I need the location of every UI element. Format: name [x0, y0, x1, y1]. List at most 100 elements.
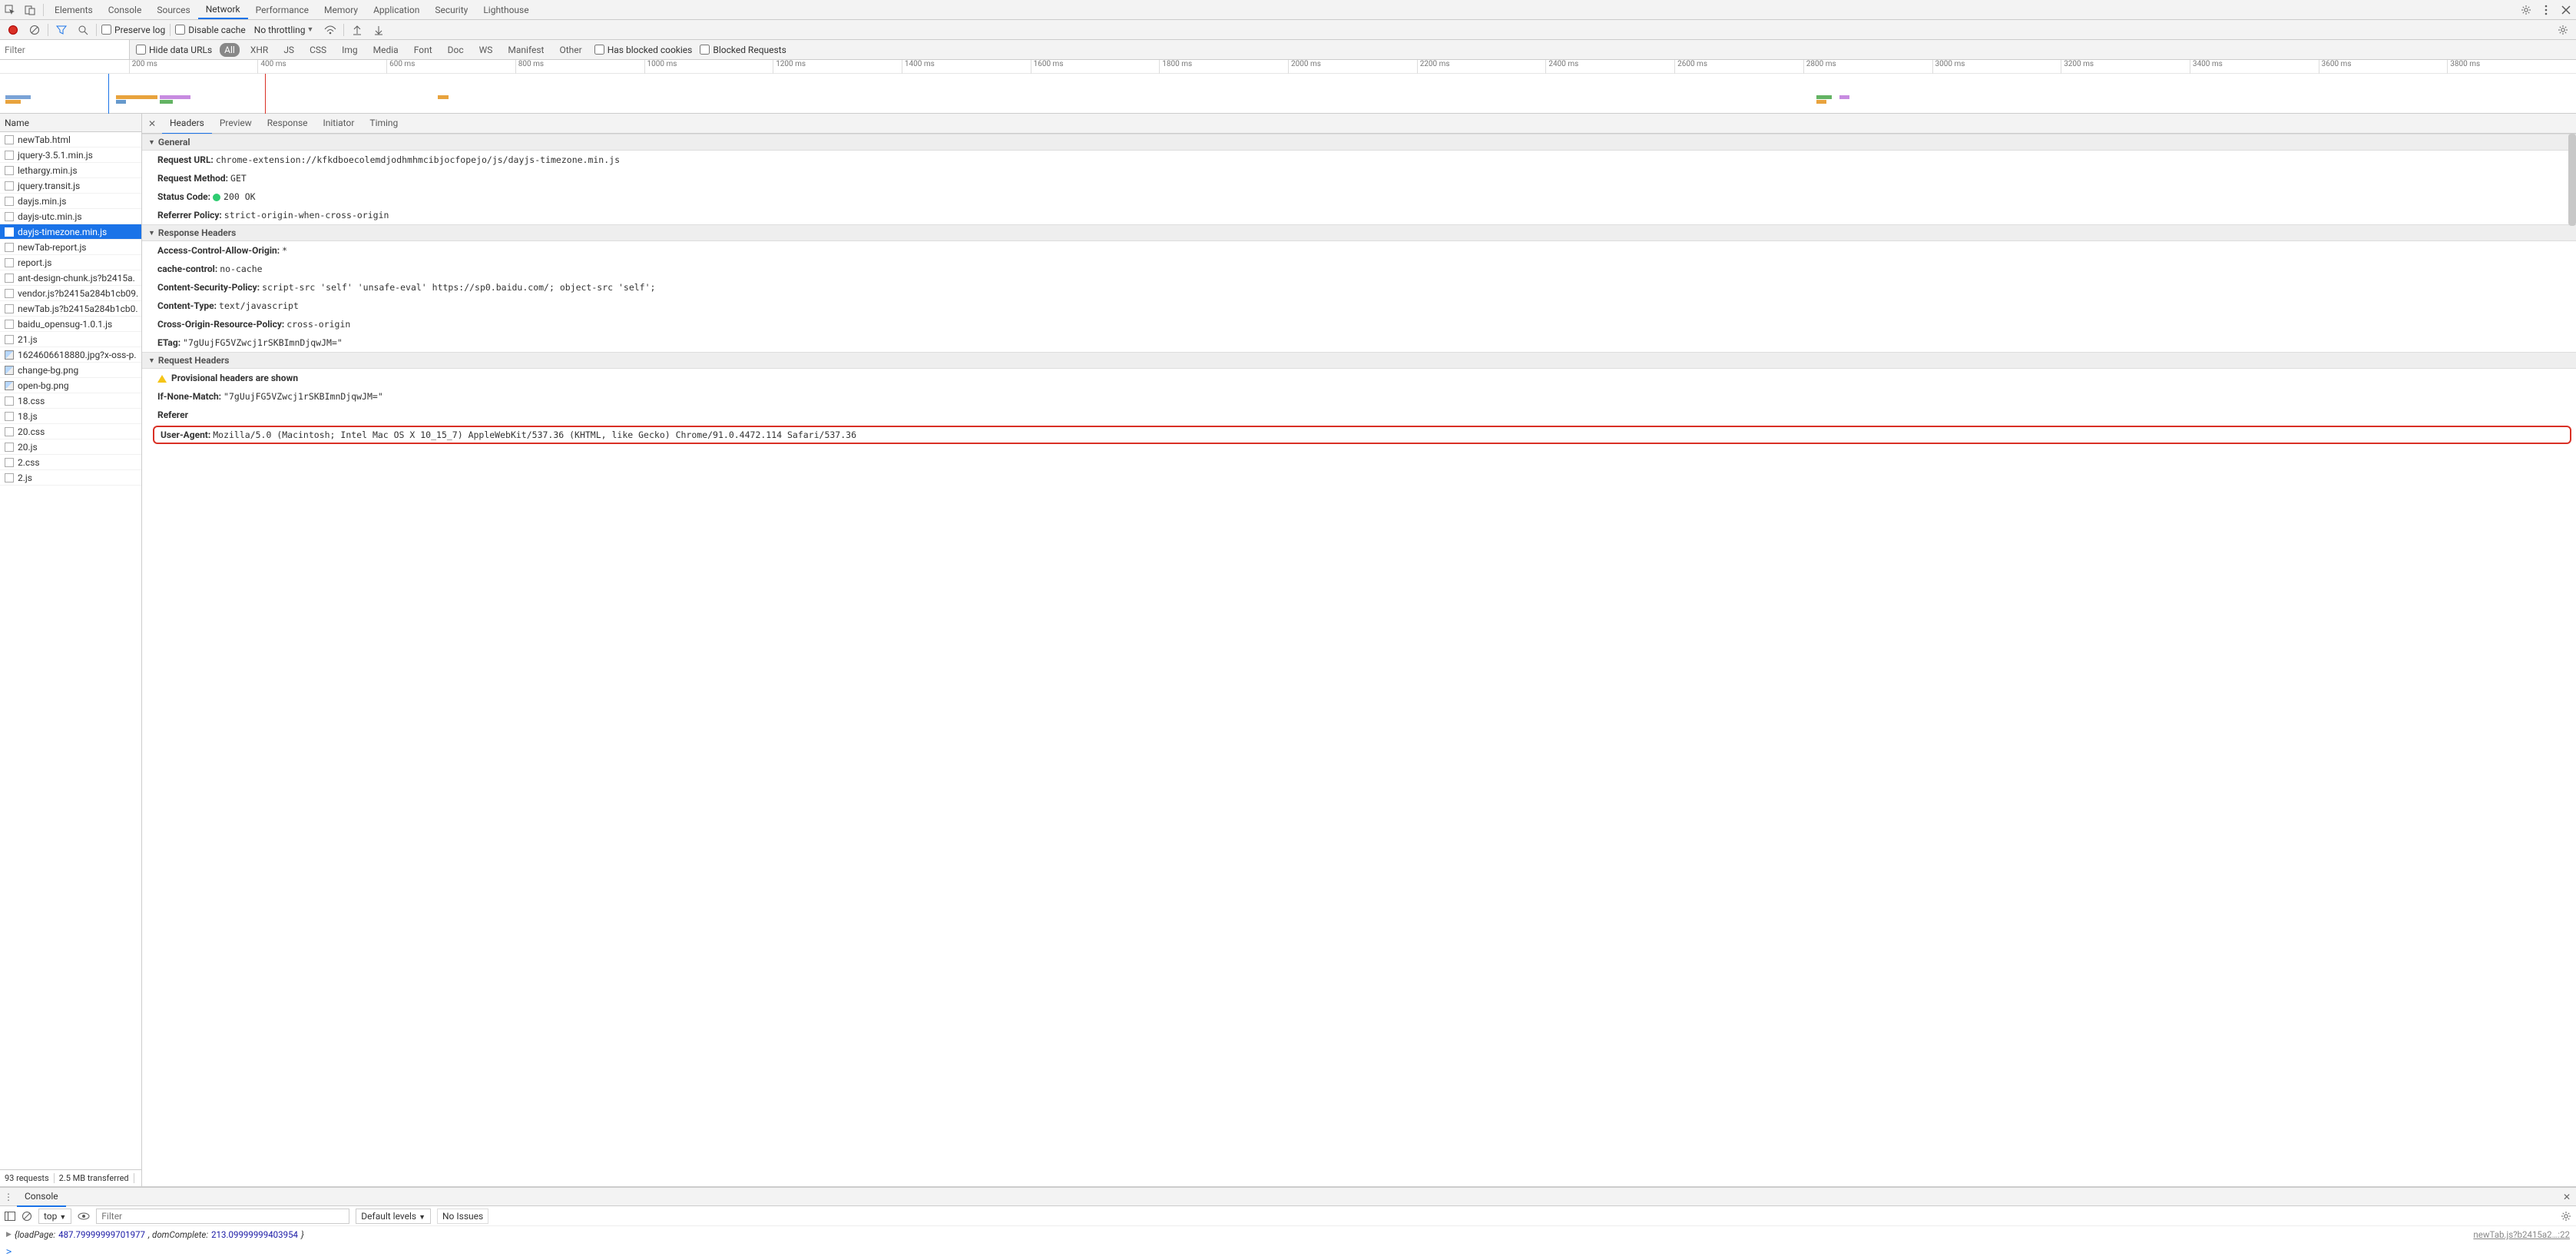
request-name: jquery.transit.js	[18, 181, 80, 191]
console-filter-input[interactable]	[96, 1209, 349, 1224]
console-prompt[interactable]: >	[0, 1243, 2576, 1260]
record-button[interactable]	[5, 22, 22, 38]
console-source-link[interactable]: newTab.js?b2415a2…:22	[2473, 1229, 2570, 1240]
request-row[interactable]: 20.js	[0, 439, 141, 455]
file-type-icon	[5, 396, 14, 406]
filter-type-manifest[interactable]: Manifest	[503, 43, 548, 57]
filter-input[interactable]	[0, 40, 130, 59]
close-detail-icon[interactable]: ✕	[142, 118, 162, 129]
settings-gear-icon[interactable]	[2516, 0, 2536, 20]
filter-type-css[interactable]: CSS	[305, 43, 331, 57]
upload-har-icon[interactable]	[349, 22, 366, 38]
request-row[interactable]: 2.css	[0, 455, 141, 470]
request-row[interactable]: 21.js	[0, 332, 141, 347]
close-drawer-icon[interactable]: ✕	[2558, 1192, 2576, 1202]
clear-icon[interactable]	[26, 22, 43, 38]
request-row[interactable]: baidu_opensug-1.0.1.js	[0, 317, 141, 332]
has-blocked-cookies-checkbox[interactable]: Has blocked cookies	[594, 45, 693, 55]
request-row[interactable]: 18.js	[0, 409, 141, 424]
detail-tab-preview[interactable]: Preview	[212, 114, 260, 134]
request-row[interactable]: newTab-report.js	[0, 240, 141, 255]
filter-type-all[interactable]: All	[220, 43, 240, 57]
file-type-icon	[5, 181, 14, 191]
download-har-icon[interactable]	[370, 22, 387, 38]
request-row[interactable]: dayjs.min.js	[0, 194, 141, 209]
network-settings-gear-icon[interactable]	[2554, 22, 2571, 38]
filter-type-xhr[interactable]: XHR	[246, 43, 273, 57]
blocked-requests-checkbox[interactable]: Blocked Requests	[700, 45, 786, 55]
clear-console-icon[interactable]	[22, 1211, 32, 1222]
request-row[interactable]: 18.css	[0, 393, 141, 409]
request-row[interactable]: jquery.transit.js	[0, 178, 141, 194]
detail-tab-initiator[interactable]: Initiator	[316, 114, 363, 134]
console-settings-gear-icon[interactable]	[2561, 1211, 2571, 1222]
execution-context-select[interactable]: top ▼	[38, 1209, 71, 1224]
file-type-icon	[5, 227, 14, 237]
main-tab-memory[interactable]: Memory	[316, 0, 366, 19]
drawer-menu-icon[interactable]: ⋮	[0, 1192, 17, 1202]
request-row[interactable]: lethargy.min.js	[0, 163, 141, 178]
main-tab-lighthouse[interactable]: Lighthouse	[475, 0, 536, 19]
live-expression-icon[interactable]	[78, 1212, 90, 1220]
device-toggle-icon[interactable]	[20, 0, 40, 20]
warning-triangle-icon	[157, 375, 167, 383]
search-icon[interactable]	[74, 22, 91, 38]
request-row[interactable]: ant-design-chunk.js?b2415a.	[0, 270, 141, 286]
filter-type-other[interactable]: Other	[555, 43, 586, 57]
name-column-header[interactable]: Name	[0, 114, 141, 132]
request-row[interactable]: dayjs-utc.min.js	[0, 209, 141, 224]
console-tab[interactable]: Console	[17, 1187, 66, 1207]
file-type-icon	[5, 289, 14, 298]
network-conditions-icon[interactable]	[322, 22, 339, 38]
request-name: 2.js	[18, 472, 32, 483]
main-tab-network[interactable]: Network	[198, 0, 248, 19]
close-devtools-icon[interactable]	[2556, 0, 2576, 20]
scrollbar-thumb[interactable]	[2568, 134, 2576, 226]
request-row[interactable]: 2.js	[0, 470, 141, 486]
filter-type-media[interactable]: Media	[369, 43, 403, 57]
throttling-select[interactable]: No throttling ▼	[250, 22, 318, 38]
filter-toggle-icon[interactable]	[53, 22, 70, 38]
request-headers-section-header[interactable]: ▼Request Headers	[142, 352, 2576, 369]
request-row[interactable]: 20.css	[0, 424, 141, 439]
request-row[interactable]: newTab.js?b2415a284b1cb0.	[0, 301, 141, 317]
main-tab-sources[interactable]: Sources	[149, 0, 197, 19]
log-levels-select[interactable]: Default levels ▼	[356, 1209, 431, 1224]
request-row[interactable]: dayjs-timezone.min.js	[0, 224, 141, 240]
filter-type-js[interactable]: JS	[279, 43, 299, 57]
detail-tab-response[interactable]: Response	[260, 114, 316, 134]
request-row[interactable]: open-bg.png	[0, 378, 141, 393]
no-issues-badge[interactable]: No Issues	[437, 1209, 488, 1224]
disable-cache-checkbox[interactable]: Disable cache	[175, 25, 246, 35]
request-row[interactable]: 1624606618880.jpg?x-oss-p.	[0, 347, 141, 363]
request-row[interactable]: vendor.js?b2415a284b1cb09.	[0, 286, 141, 301]
response-headers-section-header[interactable]: ▼Response Headers	[142, 224, 2576, 241]
network-overview-ruler[interactable]: 200 ms400 ms600 ms800 ms1000 ms1200 ms14…	[0, 60, 2576, 114]
main-tab-application[interactable]: Application	[366, 0, 427, 19]
more-menu-icon[interactable]	[2536, 0, 2556, 20]
expand-object-icon[interactable]: ▶	[6, 1231, 12, 1238]
chevron-down-icon: ▼	[307, 25, 314, 34]
request-row[interactable]: report.js	[0, 255, 141, 270]
console-log-entry[interactable]: ▶ {loadPage: 487.79999999701977 , domCom…	[0, 1226, 2576, 1243]
detail-tab-timing[interactable]: Timing	[362, 114, 406, 134]
main-tab-performance[interactable]: Performance	[248, 0, 316, 19]
request-row[interactable]: jquery-3.5.1.min.js	[0, 148, 141, 163]
hide-data-urls-checkbox[interactable]: Hide data URLs	[136, 45, 212, 55]
general-section-header[interactable]: ▼General	[142, 134, 2576, 151]
preserve-log-checkbox[interactable]: Preserve log	[101, 25, 165, 35]
filter-type-font[interactable]: Font	[409, 43, 437, 57]
console-sidebar-toggle-icon[interactable]	[5, 1212, 15, 1221]
filter-type-ws[interactable]: WS	[475, 43, 498, 57]
detail-tab-headers[interactable]: Headers	[162, 114, 212, 134]
file-type-icon	[5, 258, 14, 267]
request-row[interactable]: change-bg.png	[0, 363, 141, 378]
request-row[interactable]: newTab.html	[0, 132, 141, 148]
filter-type-doc[interactable]: Doc	[443, 43, 469, 57]
status-dot-icon	[213, 194, 220, 201]
main-tab-console[interactable]: Console	[101, 0, 150, 19]
filter-type-img[interactable]: Img	[337, 43, 363, 57]
main-tab-elements[interactable]: Elements	[47, 0, 101, 19]
inspect-element-icon[interactable]	[0, 0, 20, 20]
main-tab-security[interactable]: Security	[427, 0, 475, 19]
